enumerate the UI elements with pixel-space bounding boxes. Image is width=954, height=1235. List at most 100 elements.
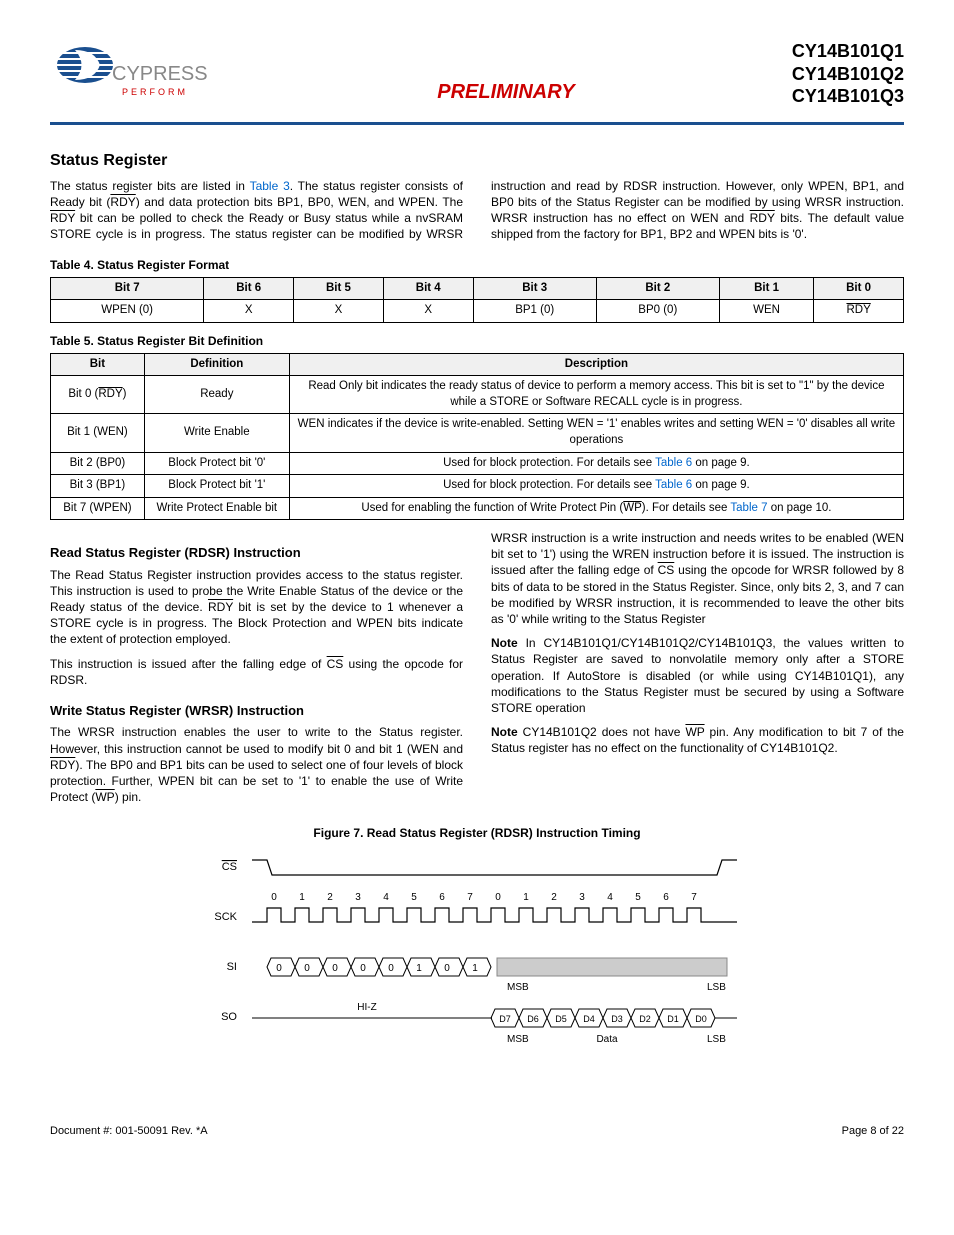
page-footer: Document #: 001-50091 Rev. *A Page 8 of …: [50, 1124, 904, 1139]
svg-text:6: 6: [439, 892, 445, 903]
table4-cell: WPEN (0): [51, 300, 204, 323]
table3-link[interactable]: Table 3: [250, 179, 290, 193]
table4-header: Bit 3: [473, 277, 596, 300]
table5-header: Description: [289, 353, 903, 376]
table7-link[interactable]: Table 7: [730, 502, 767, 514]
rdsr-p1: The Read Status Register instruction pro…: [50, 567, 463, 648]
table4-header: Bit 6: [204, 277, 294, 300]
figure7-caption: Figure 7. Read Status Register (RDSR) In…: [50, 825, 904, 841]
svg-text:0: 0: [271, 892, 277, 903]
svg-text:7: 7: [691, 892, 697, 903]
doc-number: Document #: 001-50091 Rev. *A: [50, 1124, 208, 1139]
table4-cell: BP1 (0): [473, 300, 596, 323]
svg-text:3: 3: [579, 892, 585, 903]
svg-text:D5: D5: [555, 1014, 567, 1024]
svg-text:1: 1: [299, 892, 305, 903]
intro-columns: The status register bits are listed in T…: [50, 178, 904, 247]
table5-bit: Bit 3 (BP1): [51, 475, 145, 498]
svg-text:HI-Z: HI-Z: [357, 1002, 376, 1013]
table6-link[interactable]: Table 6: [655, 479, 692, 491]
svg-text:6: 6: [663, 892, 669, 903]
svg-text:D7: D7: [499, 1014, 511, 1024]
table4-cell: BP0 (0): [596, 300, 719, 323]
table4-header: Bit 0: [814, 277, 904, 300]
svg-text:D3: D3: [611, 1014, 623, 1024]
svg-text:2: 2: [551, 892, 557, 903]
wrsr-p1: The WRSR instruction enables the user to…: [50, 724, 463, 805]
table5-bit: Bit 2 (BP0): [51, 452, 145, 475]
company-logo: CYPRESS PERFORM: [50, 40, 220, 114]
preliminary-label: PRELIMINARY: [437, 79, 574, 106]
wrsr-note1: Note In CY14B101Q1/CY14B101Q2/CY14B101Q3…: [491, 635, 904, 716]
svg-text:D0: D0: [695, 1014, 707, 1024]
svg-text:0: 0: [276, 963, 282, 974]
table4-header: Bit 4: [383, 277, 473, 300]
svg-text:1: 1: [472, 963, 478, 974]
svg-text:2: 2: [327, 892, 333, 903]
svg-text:0: 0: [444, 963, 450, 974]
table5-bit: Bit 1 (WEN): [51, 414, 145, 452]
svg-text:1: 1: [523, 892, 529, 903]
svg-text:3: 3: [355, 892, 361, 903]
svg-text:0: 0: [360, 963, 366, 974]
table4-cell: RDY: [814, 300, 904, 323]
table4-header: Bit 5: [294, 277, 384, 300]
table5-desc: Used for enabling the function of Write …: [289, 497, 903, 520]
table5-desc: Used for block protection. For details s…: [289, 452, 903, 475]
table4-header: Bit 1: [719, 277, 813, 300]
svg-text:Data: Data: [596, 1034, 618, 1045]
wrsr-note2: Note CY14B101Q2 does not have WP pin. An…: [491, 724, 904, 756]
svg-text:MSB: MSB: [507, 982, 529, 993]
table5-desc: WEN indicates if the device is write-ena…: [289, 414, 903, 452]
svg-text:D1: D1: [667, 1014, 679, 1024]
svg-text:LSB: LSB: [707, 982, 726, 993]
table5-bit: Bit 7 (WPEN): [51, 497, 145, 520]
page-number: Page 8 of 22: [842, 1124, 904, 1139]
wrsr-heading: Write Status Register (WRSR) Instruction: [50, 702, 463, 720]
table5-def: Block Protect bit '0': [144, 452, 289, 475]
wrsr-p2: WRSR instruction is a write instruction …: [491, 530, 904, 627]
svg-text:0: 0: [332, 963, 338, 974]
figure7-timing-diagram: CS 0123456701234567 SCK SI 00000101 MSB …: [50, 850, 904, 1064]
table4-cell: WEN: [719, 300, 813, 323]
svg-text:CS: CS: [222, 861, 237, 873]
table5-desc: Used for block protection. For details s…: [289, 475, 903, 498]
table6-link[interactable]: Table 6: [655, 457, 692, 469]
svg-text:4: 4: [607, 892, 613, 903]
intro-paragraph: The status register bits are listed in T…: [50, 178, 904, 247]
table4-header: Bit 2: [596, 277, 719, 300]
table5-header: Bit: [51, 353, 145, 376]
table4-cell: X: [383, 300, 473, 323]
svg-text:D4: D4: [583, 1014, 595, 1024]
table4: Bit 7 Bit 6 Bit 5 Bit 4 Bit 3 Bit 2 Bit …: [50, 277, 904, 323]
svg-text:SI: SI: [227, 961, 237, 973]
svg-text:MSB: MSB: [507, 1034, 529, 1045]
svg-text:SCK: SCK: [214, 911, 237, 923]
svg-text:4: 4: [383, 892, 389, 903]
table5-header: Definition: [144, 353, 289, 376]
rdsr-p2: This instruction is issued after the fal…: [50, 656, 463, 688]
table5: Bit Definition Description Bit 0 (RDY) R…: [50, 353, 904, 520]
svg-text:0: 0: [388, 963, 394, 974]
table4-cell: X: [204, 300, 294, 323]
svg-text:PERFORM: PERFORM: [122, 87, 188, 97]
table5-def: Block Protect bit '1': [144, 475, 289, 498]
svg-text:SO: SO: [221, 1011, 237, 1023]
svg-text:7: 7: [467, 892, 473, 903]
svg-text:D6: D6: [527, 1014, 539, 1024]
table4-header: Bit 7: [51, 277, 204, 300]
rdsr-heading: Read Status Register (RDSR) Instruction: [50, 544, 463, 562]
page-header: CYPRESS PERFORM PRELIMINARY CY14B101Q1 C…: [50, 40, 904, 125]
svg-text:0: 0: [495, 892, 501, 903]
table4-caption: Table 4. Status Register Format: [50, 257, 904, 273]
table5-caption: Table 5. Status Register Bit Definition: [50, 333, 904, 349]
table5-bit: Bit 0 (RDY): [51, 376, 145, 414]
svg-text:LSB: LSB: [707, 1034, 726, 1045]
svg-text:CYPRESS: CYPRESS: [112, 63, 208, 85]
table4-cell: X: [294, 300, 384, 323]
svg-text:0: 0: [304, 963, 310, 974]
part-number: CY14B101Q3: [792, 85, 904, 108]
section-heading: Status Register: [50, 150, 904, 172]
part-number: CY14B101Q2: [792, 63, 904, 86]
svg-text:1: 1: [416, 963, 422, 974]
